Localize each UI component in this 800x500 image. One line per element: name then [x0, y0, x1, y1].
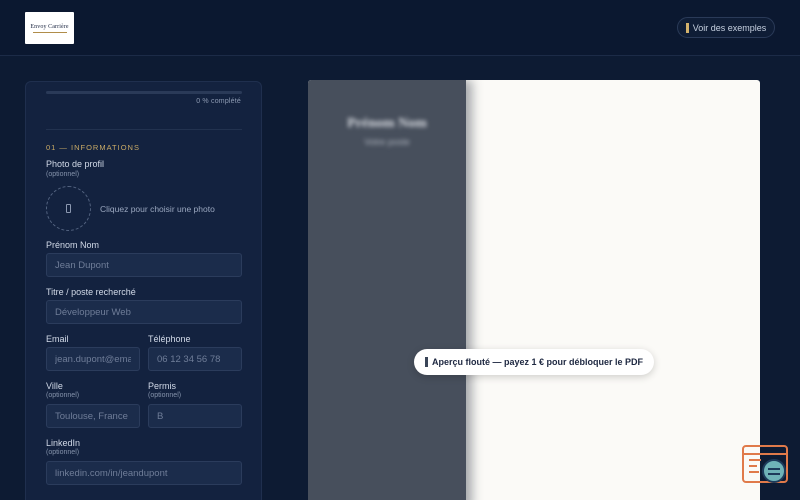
photo-label: Photo de profil — [46, 159, 105, 169]
help-chat-graphic — [742, 445, 788, 483]
view-examples-label: Voir des exemples — [692, 22, 767, 33]
unlock-pdf-message: Aperçu flouté — payez 1 € pour débloquer… — [431, 357, 644, 367]
brand-logo[interactable]: Envoy Carrière — [25, 12, 74, 44]
name-input-placeholder: Jean Dupont — [55, 259, 109, 271]
photo-optional-label: (optionnel) — [46, 171, 80, 178]
city-input-placeholder: Toulouse, France — [55, 410, 128, 422]
camera-icon — [66, 204, 71, 213]
city-optional-label: (optionnel) — [46, 392, 80, 399]
section-divider — [46, 129, 242, 130]
progress-label: 0 % complété — [196, 98, 241, 105]
name-input[interactable]: Jean Dupont — [46, 253, 242, 277]
email-input-placeholder: jean.dupont@email — [55, 353, 131, 365]
linkedin-input-placeholder: linkedin.com/in/jeandupont — [55, 467, 168, 479]
cv-preview: Prénom Nom Votre poste — [308, 80, 760, 500]
cv-form-panel: 0 % complété 01 — INFORMATIONS Photo de … — [25, 81, 262, 500]
linkedin-optional-label: (optionnel) — [46, 449, 80, 456]
view-examples-button[interactable]: Voir des exemples — [677, 17, 775, 38]
phone-input-placeholder: 06 12 34 56 78 — [157, 353, 221, 365]
license-optional-label: (optionnel) — [148, 392, 182, 399]
cv-preview-name: Prénom Nom — [347, 116, 427, 131]
unlock-pdf-banner[interactable]: Aperçu flouté — payez 1 € pour débloquer… — [414, 349, 654, 375]
photo-upload-hint[interactable]: Cliquez pour choisir une photo — [100, 204, 215, 214]
top-navigation-bar: Envoy Carrière Voir des exemples — [0, 0, 800, 56]
logo-underline — [32, 31, 67, 33]
job-title-label: Titre / poste recherché — [46, 287, 136, 297]
section-title: 01 — INFORMATIONS — [46, 143, 140, 152]
email-label: Email — [46, 334, 69, 344]
photo-upload-button[interactable] — [46, 186, 91, 231]
cv-preview-sidebar: Prénom Nom Votre poste — [308, 80, 466, 500]
linkedin-label: LinkedIn — [46, 438, 81, 448]
help-chat-icon[interactable] — [741, 444, 791, 486]
job-title-input-placeholder: Développeur Web — [55, 306, 131, 318]
job-title-input[interactable]: Développeur Web — [46, 300, 242, 324]
linkedin-input[interactable]: linkedin.com/in/jeandupont — [46, 461, 242, 485]
email-input[interactable]: jean.dupont@email — [46, 347, 140, 371]
city-label: Ville — [46, 381, 63, 391]
license-input[interactable]: B — [148, 404, 242, 428]
progress-bar — [46, 91, 242, 94]
license-input-placeholder: B — [157, 410, 164, 422]
lock-icon — [424, 357, 428, 367]
phone-label: Téléphone — [148, 334, 191, 344]
city-input[interactable]: Toulouse, France — [46, 404, 140, 428]
cv-preview-title: Votre poste — [364, 137, 410, 147]
logo-wordmark: Envoy Carrière — [30, 23, 69, 30]
name-label: Prénom Nom — [46, 240, 100, 250]
phone-input[interactable]: 06 12 34 56 78 — [148, 347, 242, 371]
document-icon — [685, 22, 689, 33]
license-label: Permis — [148, 381, 177, 391]
